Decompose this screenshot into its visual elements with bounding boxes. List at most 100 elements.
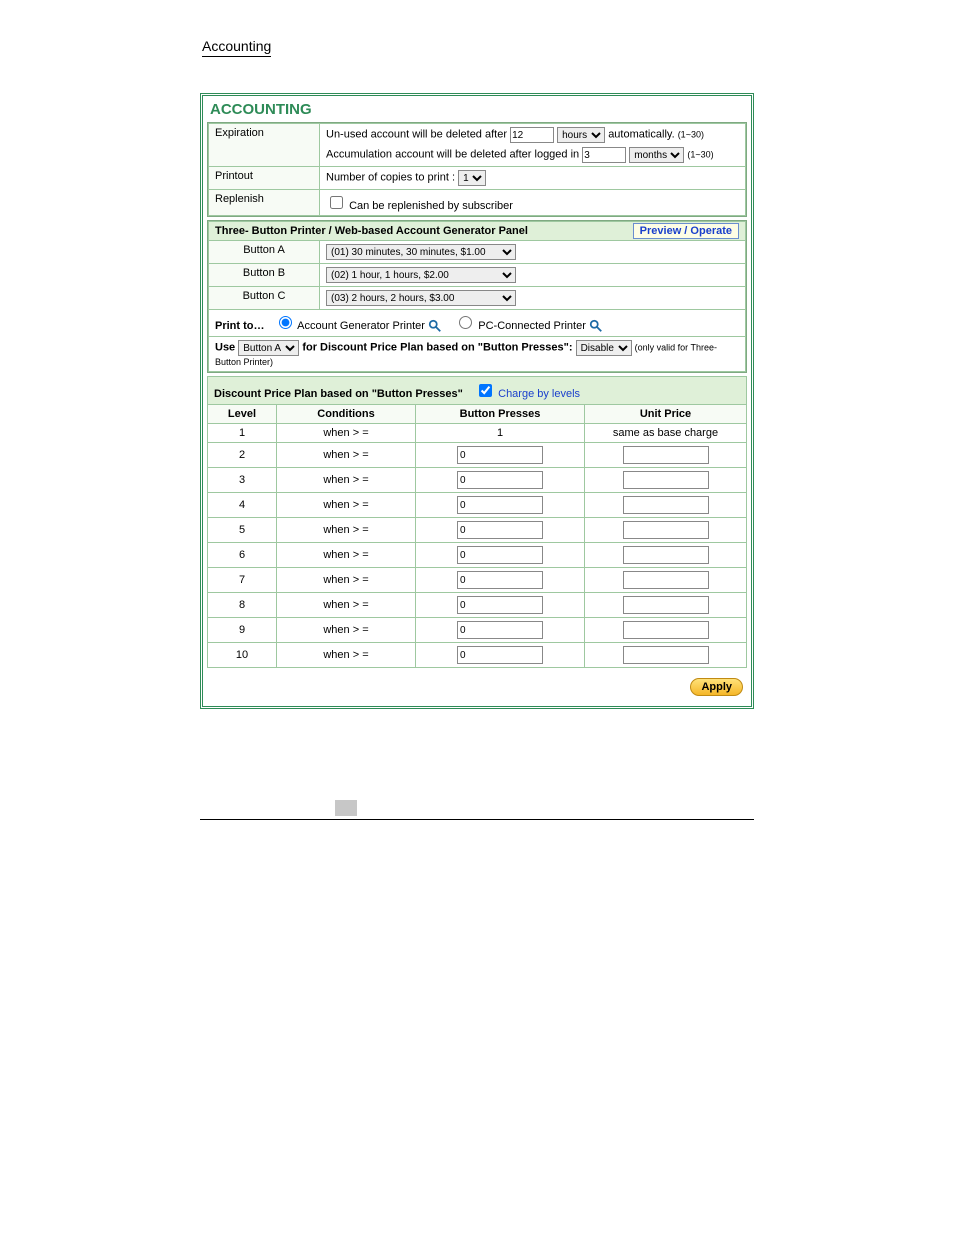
- price-cell: [585, 493, 747, 518]
- presses-input[interactable]: [457, 446, 543, 464]
- price-input[interactable]: [623, 571, 709, 589]
- level-cell: 7: [208, 568, 277, 593]
- presses-cell: [416, 518, 585, 543]
- presses-input[interactable]: [457, 596, 543, 614]
- magnifier-icon[interactable]: [428, 319, 442, 333]
- accounting-panel: ACCOUNTING Expiration Un-used account wi…: [200, 93, 754, 709]
- preview-operate-button[interactable]: Preview / Operate: [633, 223, 739, 239]
- button-a-label: Button A: [209, 241, 320, 264]
- accum-delete-unit-select[interactable]: months: [629, 147, 684, 163]
- charge-by-levels-label: Charge by levels: [498, 388, 580, 400]
- presses-input[interactable]: [457, 496, 543, 514]
- price-input[interactable]: [623, 546, 709, 564]
- price-cell: [585, 443, 747, 468]
- expiration-line1-post: automatically.: [608, 129, 678, 141]
- condition-cell: when > =: [277, 493, 416, 518]
- replenish-checkbox[interactable]: [330, 196, 343, 209]
- printout-label: Printout: [209, 167, 320, 190]
- condition-cell: when > =: [277, 543, 416, 568]
- presses-input[interactable]: [457, 471, 543, 489]
- radio-account-gen[interactable]: [279, 316, 292, 329]
- presses-input[interactable]: [457, 521, 543, 539]
- button-c-select[interactable]: (03) 2 hours, 2 hours, $3.00: [326, 290, 516, 306]
- radio-pc-printer-wrapper[interactable]: PC-Connected Printer: [454, 320, 589, 332]
- accum-delete-value-input[interactable]: [582, 147, 626, 163]
- presses-input[interactable]: [457, 621, 543, 639]
- level-cell: 6: [208, 543, 277, 568]
- level-cell: 10: [208, 643, 277, 668]
- condition-cell: when > =: [277, 568, 416, 593]
- use-mid: for Discount Price Plan based on "Button…: [302, 342, 575, 354]
- nav-accounting-link[interactable]: Accounting: [202, 38, 271, 57]
- table-row: 5when > =: [208, 518, 747, 543]
- price-cell: [585, 518, 747, 543]
- level-cell: 9: [208, 618, 277, 643]
- price-cell: [585, 593, 747, 618]
- condition-cell: when > =: [277, 518, 416, 543]
- panel-title: ACCOUNTING: [207, 100, 747, 122]
- price-input[interactable]: [623, 521, 709, 539]
- replenish-checkbox-wrapper[interactable]: Can be replenished by subscriber: [326, 200, 513, 212]
- radio-account-gen-wrapper[interactable]: Account Generator Printer: [274, 320, 428, 332]
- price-input[interactable]: [623, 596, 709, 614]
- presses-cell: [416, 568, 585, 593]
- button-b-select[interactable]: (02) 1 hour, 1 hours, $2.00: [326, 267, 516, 283]
- level-cell: 2: [208, 443, 277, 468]
- apply-button[interactable]: Apply: [690, 678, 743, 696]
- col-level: Level: [208, 405, 277, 424]
- table-row: 6when > =: [208, 543, 747, 568]
- footer-gray-box: [335, 800, 357, 816]
- price-input[interactable]: [623, 446, 709, 464]
- button-b-label: Button B: [209, 264, 320, 287]
- use-pre: Use: [215, 342, 238, 354]
- level-cell: 5: [208, 518, 277, 543]
- price-input[interactable]: [623, 496, 709, 514]
- discount-table: Level Conditions Button Presses Unit Pri…: [207, 404, 747, 668]
- level-cell: 1: [208, 424, 277, 443]
- presses-input[interactable]: [457, 546, 543, 564]
- condition-cell: when > =: [277, 424, 416, 443]
- col-price: Unit Price: [585, 405, 747, 424]
- price-cell: same as base charge: [585, 424, 747, 443]
- expiration-line2-pre: Accumulation account will be deleted aft…: [326, 149, 582, 161]
- button-c-label: Button C: [209, 287, 320, 310]
- col-conditions: Conditions: [277, 405, 416, 424]
- level-cell: 8: [208, 593, 277, 618]
- presses-cell: [416, 543, 585, 568]
- presses-cell: [416, 618, 585, 643]
- radio-pc-printer[interactable]: [459, 316, 472, 329]
- presses-input[interactable]: [457, 571, 543, 589]
- use-button-select[interactable]: Button A: [238, 340, 299, 356]
- presses-input[interactable]: [457, 646, 543, 664]
- expiration-label: Expiration: [209, 124, 320, 167]
- price-input[interactable]: [623, 621, 709, 639]
- button-a-select[interactable]: (01) 30 minutes, 30 minutes, $1.00: [326, 244, 516, 260]
- presses-cell: [416, 468, 585, 493]
- unused-delete-value-input[interactable]: [510, 127, 554, 143]
- use-state-select[interactable]: Disable: [576, 340, 632, 356]
- price-input[interactable]: [623, 471, 709, 489]
- table-row: 10when > =: [208, 643, 747, 668]
- presses-cell: [416, 443, 585, 468]
- table-row: 7when > =: [208, 568, 747, 593]
- replenish-checkbox-label: Can be replenished by subscriber: [349, 200, 513, 212]
- radio-account-gen-label: Account Generator Printer: [297, 320, 425, 332]
- expiration-line1-pre: Un-used account will be deleted after: [326, 129, 510, 141]
- expiration-line1-range: (1~30): [678, 130, 704, 140]
- magnifier-icon[interactable]: [589, 319, 603, 333]
- page-footer-line: [200, 819, 754, 821]
- printout-copies-select[interactable]: 1: [458, 170, 486, 186]
- presses-cell: 1: [416, 424, 585, 443]
- price-cell: [585, 568, 747, 593]
- unused-delete-unit-select[interactable]: hours: [557, 127, 605, 143]
- price-cell: [585, 643, 747, 668]
- print-to-label: Print to…: [215, 320, 265, 332]
- discount-title: Discount Price Plan based on "Button Pre…: [214, 388, 463, 400]
- table-row: 4when > =: [208, 493, 747, 518]
- price-input[interactable]: [623, 646, 709, 664]
- level-cell: 4: [208, 493, 277, 518]
- condition-cell: when > =: [277, 643, 416, 668]
- expiration-line2-range: (1~30): [687, 150, 713, 160]
- condition-cell: when > =: [277, 593, 416, 618]
- charge-by-levels-checkbox[interactable]: [479, 384, 492, 397]
